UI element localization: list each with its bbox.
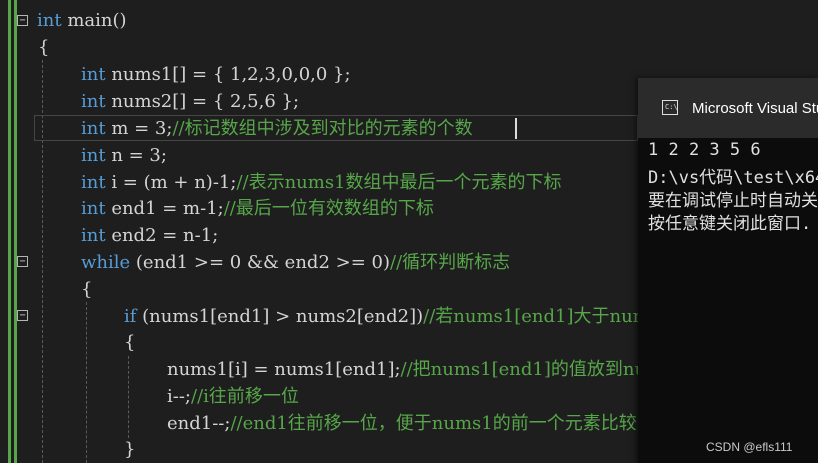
code-keyword: int (81, 118, 106, 139)
code-line[interactable]: { (38, 34, 49, 61)
code-keyword: int (37, 10, 62, 31)
code-comment: //表示nums1数组中最后一个元素的下标 (236, 172, 562, 193)
code-keyword: int (81, 172, 106, 193)
code-keyword: int (81, 198, 106, 219)
fold-collapse-icon[interactable]: − (17, 310, 28, 321)
code-text: } (124, 439, 136, 460)
code-text: (end1 >= 0 && end2 >= 0) (130, 252, 390, 273)
code-comment: //end1往前移一位，便于nums1的前一个元素比较 (230, 413, 637, 434)
code-text: i = (m + n)-1; (105, 172, 237, 193)
indent-guide (86, 302, 87, 463)
change-indicator-bar (14, 0, 17, 463)
code-line[interactable]: end1--;//end1往前移一位，便于nums1的前一个元素比较 (167, 410, 637, 437)
code-comment: //i往前移一位 (191, 386, 299, 407)
code-text: n = 3; (105, 145, 167, 166)
code-text: main() (61, 10, 127, 31)
code-keyword: int (81, 225, 106, 246)
code-text: { (81, 279, 93, 300)
code-text: { (124, 332, 136, 353)
code-text: (nums1[end1] > nums2[end2]) (136, 306, 424, 327)
code-comment: //标记数组中涉及到对比的元素的个数 (172, 118, 473, 139)
code-keyword: while (81, 252, 131, 273)
change-indicator-bar (8, 0, 11, 463)
code-line[interactable]: int end1 = m-1;//最后一位有效数组的下标 (81, 195, 434, 222)
code-comment: //循环判断标志 (390, 252, 511, 273)
code-text: { (38, 37, 50, 58)
code-text: nums1[] = { 1,2,3,0,0,0 }; (105, 64, 351, 85)
code-keyword: if (124, 306, 137, 327)
code-keyword: int (81, 145, 106, 166)
fold-collapse-icon[interactable]: − (17, 256, 28, 267)
code-text: end1--; (167, 413, 231, 434)
code-line[interactable]: while (end1 >= 0 && end2 >= 0)//循环判断标志 (81, 249, 510, 276)
code-line[interactable]: int n = 3; (81, 142, 167, 169)
code-line[interactable]: int main() (37, 7, 127, 34)
text-caret (515, 118, 517, 139)
indent-guide (128, 356, 129, 438)
console-output-line: D:\vs代码\test\x64\Debug\test.exe (648, 168, 818, 188)
code-line[interactable]: nums1[i] = nums1[end1];//把nums1[end1]的值放… (167, 356, 704, 383)
console-titlebar[interactable]: C:\ Microsoft Visual Studio 调试控制台 (638, 78, 818, 138)
code-line[interactable]: int m = 3;//标记数组中涉及到对比的元素的个数 (81, 115, 473, 142)
code-text: nums1[i] = nums1[end1]; (167, 359, 401, 380)
editor-gutter (0, 0, 24, 463)
code-text: nums2[] = { 2,5,6 }; (105, 91, 300, 112)
console-title: Microsoft Visual Studio 调试控制台 (692, 100, 818, 117)
code-line[interactable]: int nums1[] = { 1,2,3,0,0,0 }; (81, 61, 351, 88)
code-text: end1 = m-1; (105, 198, 224, 219)
code-comment: //最后一位有效数组的下标 (223, 198, 434, 219)
code-keyword: int (81, 64, 106, 85)
console-output-line: 1 2 2 3 5 6 (648, 140, 761, 160)
code-line[interactable]: { (124, 329, 135, 356)
code-line[interactable]: { (81, 276, 92, 303)
code-text: m = 3; (105, 118, 173, 139)
code-text: end2 = n-1; (105, 225, 219, 246)
console-output-line: 按任意键关闭此窗口. . . (648, 214, 812, 234)
fold-collapse-icon[interactable]: − (17, 15, 28, 26)
code-line[interactable]: int i = (m + n)-1;//表示nums1数组中最后一个元素的下标 (81, 169, 562, 196)
watermark: CSDN @efls111 (706, 440, 793, 454)
console-output-line: 要在调试停止时自动关闭控制台 (648, 191, 818, 211)
code-line[interactable]: } (124, 436, 135, 463)
code-line[interactable]: i--;//i往前移一位 (167, 383, 299, 410)
debug-console-window[interactable]: C:\ Microsoft Visual Studio 调试控制台 1 2 2 … (638, 78, 818, 463)
code-line[interactable]: int end2 = n-1; (81, 222, 218, 249)
code-text: i--; (167, 386, 191, 407)
code-keyword: int (81, 91, 106, 112)
console-icon: C:\ (662, 100, 678, 115)
code-line[interactable]: int nums2[] = { 2,5,6 }; (81, 88, 299, 115)
